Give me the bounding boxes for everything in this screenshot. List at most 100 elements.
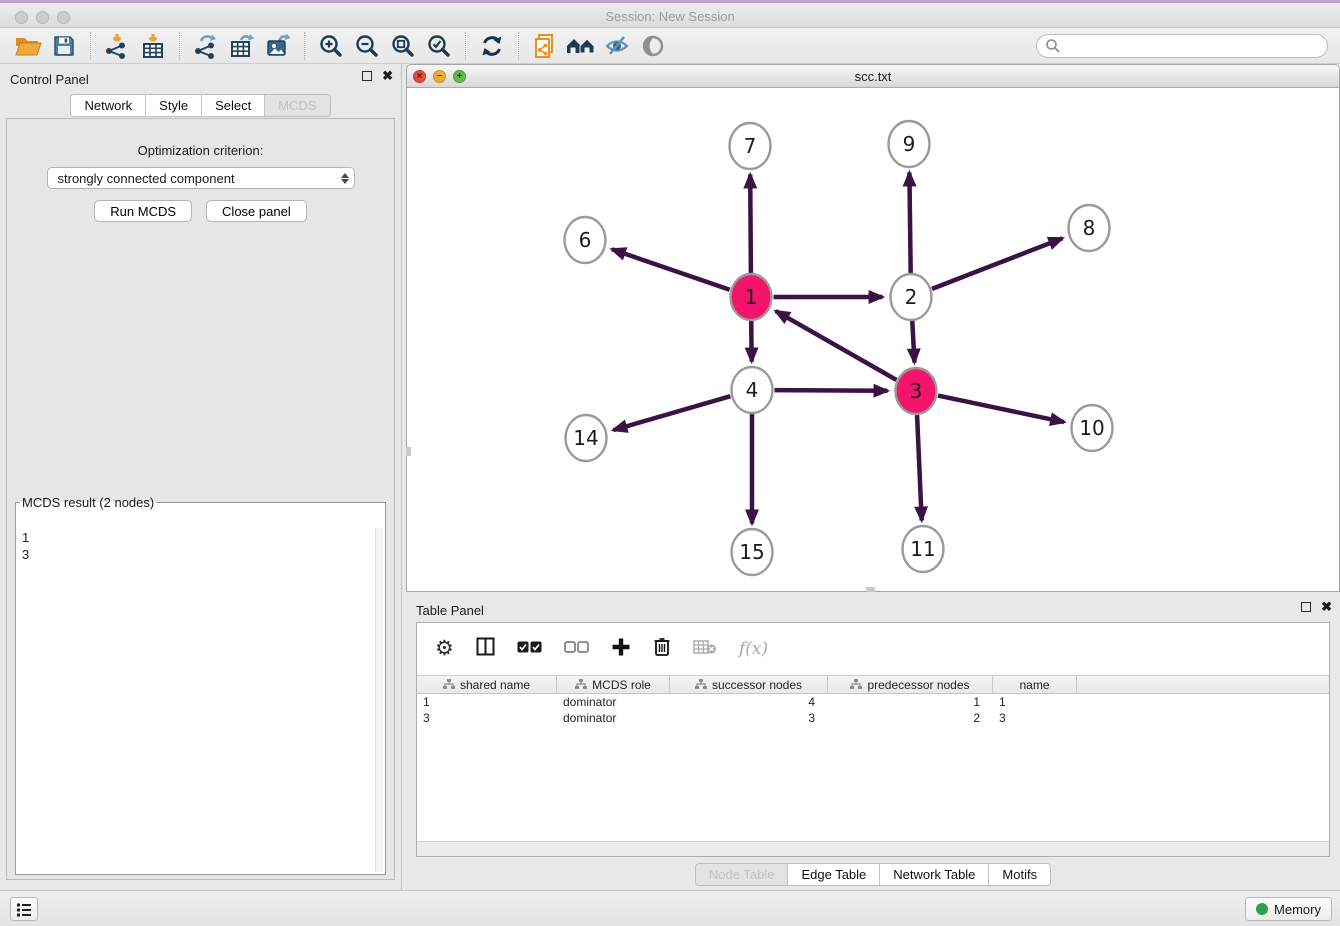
import-network-icon bbox=[104, 33, 130, 59]
hide-network-button[interactable] bbox=[599, 31, 635, 61]
graph-node-8[interactable]: 8 bbox=[1069, 205, 1110, 251]
delete-table-button[interactable] bbox=[693, 639, 717, 660]
table-cell[interactable]: 3 bbox=[993, 710, 1077, 726]
table-row[interactable]: 3dominator323 bbox=[417, 710, 1329, 726]
show-graphics-details-button[interactable] bbox=[635, 31, 671, 61]
float-panel-icon[interactable] bbox=[1301, 602, 1311, 612]
memory-button[interactable]: Memory bbox=[1245, 897, 1332, 921]
export-table-button[interactable] bbox=[224, 31, 260, 61]
tab-network[interactable]: Network bbox=[71, 95, 146, 116]
tab-edge-table[interactable]: Edge Table bbox=[788, 864, 880, 885]
export-network-icon bbox=[193, 33, 219, 59]
graph-node-2[interactable]: 2 bbox=[891, 274, 932, 320]
folder-open-icon bbox=[14, 34, 42, 58]
export-network-button[interactable] bbox=[188, 31, 224, 61]
table-cell[interactable]: 1 bbox=[828, 694, 993, 710]
graph-edge-4-14[interactable] bbox=[613, 396, 730, 430]
table-cell[interactable]: dominator bbox=[557, 694, 670, 710]
graph-edge-1-6[interactable] bbox=[612, 249, 730, 289]
show-all-networks-button[interactable] bbox=[563, 31, 599, 61]
zoom-selected-button[interactable] bbox=[421, 31, 457, 61]
deselect-all-button[interactable] bbox=[564, 640, 589, 658]
graph-edge-3-10[interactable] bbox=[938, 396, 1064, 423]
search-icon bbox=[1045, 38, 1061, 54]
export-image-button[interactable] bbox=[260, 31, 296, 61]
memory-status-icon bbox=[1256, 903, 1268, 915]
graph-node-4[interactable]: 4 bbox=[732, 367, 773, 413]
close-panel-icon[interactable]: ✖ bbox=[382, 71, 393, 81]
close-panel-button[interactable]: Close panel bbox=[206, 200, 307, 222]
column-header-name[interactable]: name bbox=[993, 676, 1077, 693]
zoom-in-button[interactable] bbox=[313, 31, 349, 61]
column-header-shared-name[interactable]: shared name bbox=[417, 676, 557, 693]
column-header-predecessor-nodes[interactable]: predecessor nodes bbox=[828, 676, 993, 693]
tab-mcds[interactable]: MCDS bbox=[265, 95, 329, 116]
table-cell[interactable]: 3 bbox=[670, 710, 828, 726]
scroll-grip[interactable] bbox=[866, 587, 875, 592]
close-panel-icon[interactable]: ✖ bbox=[1321, 602, 1332, 612]
tab-network-table[interactable]: Network Table bbox=[880, 864, 989, 885]
graph-node-7[interactable]: 7 bbox=[730, 123, 771, 169]
graph-edge-3-11[interactable] bbox=[917, 414, 922, 521]
network-canvas[interactable]: 1 2 3 4 6 7 8 9 10 11 14 15 bbox=[407, 88, 1339, 591]
run-mcds-button[interactable]: Run MCDS bbox=[94, 200, 192, 222]
zoom-fit-button[interactable] bbox=[385, 31, 421, 61]
delete-column-button[interactable] bbox=[653, 636, 671, 662]
show-task-history-button[interactable] bbox=[10, 897, 38, 921]
table-cell[interactable]: 1 bbox=[993, 694, 1077, 710]
table-cell[interactable]: 2 bbox=[828, 710, 993, 726]
toggle-columns-button[interactable] bbox=[476, 637, 495, 661]
graph-node-3[interactable]: 3 bbox=[896, 368, 937, 414]
graph-edge-2-8[interactable] bbox=[932, 238, 1062, 289]
save-session-button[interactable] bbox=[46, 31, 82, 61]
memory-label: Memory bbox=[1274, 902, 1321, 917]
graph-edge-1-7[interactable] bbox=[750, 175, 751, 275]
create-column-button[interactable] bbox=[611, 637, 631, 662]
table-cell[interactable]: dominator bbox=[557, 710, 670, 726]
table-horizontal-scrollbar[interactable] bbox=[417, 841, 1329, 856]
graph-node-1[interactable]: 1 bbox=[731, 274, 772, 320]
tab-style[interactable]: Style bbox=[146, 95, 202, 116]
graph-edge-2-9[interactable] bbox=[909, 173, 910, 275]
zoom-out-button[interactable] bbox=[349, 31, 385, 61]
tab-motifs[interactable]: Motifs bbox=[989, 864, 1050, 885]
column-header-label: MCDS role bbox=[592, 678, 651, 692]
table-cell[interactable]: 3 bbox=[417, 710, 557, 726]
criterion-select[interactable]: strongly connected component bbox=[47, 167, 355, 189]
select-all-button[interactable] bbox=[517, 640, 542, 658]
table-row[interactable]: 1dominator411 bbox=[417, 694, 1329, 710]
network-graph[interactable]: 1 2 3 4 6 7 8 9 10 11 14 15 bbox=[407, 88, 1339, 591]
graph-node-6[interactable]: 6 bbox=[565, 217, 606, 263]
graph-node-15[interactable]: 15 bbox=[732, 529, 773, 575]
column-header-MCDS-role[interactable]: MCDS role bbox=[557, 676, 670, 693]
graph-node-11[interactable]: 11 bbox=[903, 526, 944, 572]
graph-node-14[interactable]: 14 bbox=[566, 415, 607, 461]
columns-icon bbox=[476, 637, 495, 656]
graph-edge-2-3[interactable] bbox=[912, 320, 914, 363]
table-settings-button[interactable]: ⚙ bbox=[435, 638, 454, 660]
tab-node-table[interactable]: Node Table bbox=[696, 864, 789, 885]
graph-edge-3-1[interactable] bbox=[776, 311, 897, 380]
duplicate-network-button[interactable] bbox=[527, 31, 563, 61]
import-table-button[interactable] bbox=[135, 31, 171, 61]
function-builder-button[interactable]: f(x) bbox=[739, 639, 768, 659]
graph-node-9[interactable]: 9 bbox=[889, 121, 930, 167]
table-cell[interactable]: 1 bbox=[417, 694, 557, 710]
table-cell[interactable]: 4 bbox=[670, 694, 828, 710]
import-network-button[interactable] bbox=[99, 31, 135, 61]
search-input[interactable] bbox=[1061, 36, 1319, 56]
result-scrollbar[interactable] bbox=[375, 528, 383, 872]
network-window-titlebar[interactable]: × − + scc.txt bbox=[407, 65, 1339, 88]
open-session-button[interactable] bbox=[10, 31, 46, 61]
mcds-result-text[interactable]: 1 3 bbox=[18, 528, 383, 872]
graph-edge-1-4[interactable] bbox=[751, 320, 752, 362]
tab-select[interactable]: Select bbox=[202, 95, 265, 116]
float-panel-icon[interactable] bbox=[362, 71, 372, 81]
graph-edge-4-3[interactable] bbox=[775, 390, 888, 391]
mcds-result-fieldset: MCDS result (2 nodes) 1 3 bbox=[15, 495, 386, 875]
apply-layout-button[interactable] bbox=[474, 31, 510, 61]
scroll-grip[interactable] bbox=[406, 447, 411, 456]
column-header-successor-nodes[interactable]: successor nodes bbox=[670, 676, 828, 693]
graph-node-10[interactable]: 10 bbox=[1072, 405, 1113, 451]
control-panel-tabs: NetworkStyleSelectMCDS bbox=[70, 94, 330, 117]
